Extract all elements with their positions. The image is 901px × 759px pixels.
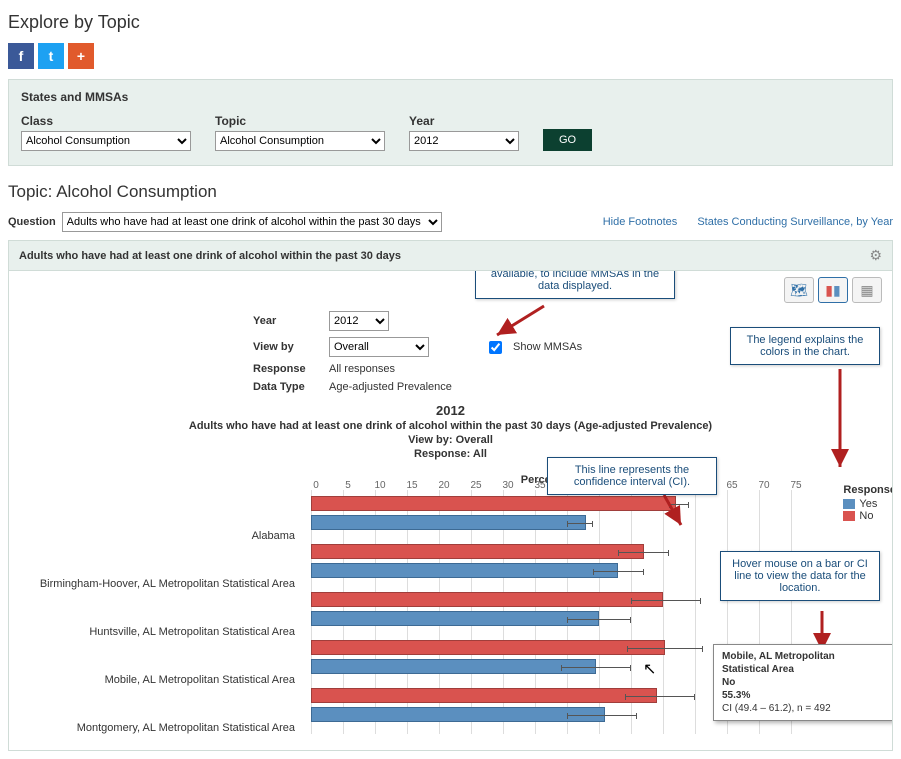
ci-no[interactable]	[618, 552, 669, 553]
legend-swatch-yes	[843, 499, 855, 509]
chart-view-button[interactable]: ▮▮	[818, 277, 848, 303]
bar-yes[interactable]	[311, 515, 586, 530]
topic-label: Topic	[215, 114, 385, 128]
tooltip-location: Mobile, AL Metropolitan Statistical Area	[722, 650, 884, 676]
hide-footnotes-link[interactable]: Hide Footnotes	[603, 216, 678, 228]
ci-no[interactable]	[669, 504, 688, 505]
chart-header: 2012 Adults who have had at least one dr…	[23, 403, 878, 460]
show-mmsa-checkbox[interactable]	[489, 341, 502, 354]
bar-group	[311, 586, 791, 634]
topic-heading: Topic: Alcohol Consumption	[8, 182, 893, 202]
gear-icon[interactable]: ⚙	[869, 247, 882, 264]
bar-no[interactable]	[311, 640, 665, 655]
bar-yes[interactable]	[311, 611, 599, 626]
legend: Response Yes No	[843, 484, 893, 522]
ctrl-datatype-value: Age-adjusted Prevalence	[329, 381, 452, 393]
callout-hover: Hover mouse on a bar or CI line to view …	[720, 551, 880, 601]
ci-yes[interactable]	[567, 619, 631, 620]
bar-yes[interactable]	[311, 707, 605, 722]
bar-tooltip: Mobile, AL Metropolitan Statistical Area…	[713, 644, 893, 721]
map-view-button[interactable]: 🗺	[784, 277, 814, 303]
year-label: Year	[409, 114, 519, 128]
callout-legend: The legend explains the colors in the ch…	[730, 327, 880, 365]
page-title: Explore by Topic	[8, 12, 893, 33]
bar-no[interactable]	[311, 592, 663, 607]
legend-label-yes: Yes	[859, 498, 877, 510]
question-label: Question	[8, 216, 56, 228]
ctrl-year-select[interactable]: 2012	[329, 311, 389, 331]
chart-response: Response: All	[23, 448, 878, 460]
legend-title: Response	[843, 484, 893, 496]
bar-yes[interactable]	[311, 563, 618, 578]
ctrl-viewby-select[interactable]: Overall	[329, 337, 429, 357]
question-row: Question Adults who have had at least on…	[8, 212, 893, 232]
callout-mmsa: Select this check box, when available, t…	[475, 271, 675, 299]
twitter-share-button[interactable]: t	[38, 43, 64, 69]
share-buttons: f t +	[8, 43, 893, 69]
ci-yes[interactable]	[567, 715, 637, 716]
chart-viewby: View by: Overall	[23, 434, 878, 446]
ci-no[interactable]	[631, 600, 701, 601]
table-view-button[interactable]: ▦	[852, 277, 882, 303]
view-toggle-group: 🗺 ▮▮ ▦	[784, 277, 882, 303]
ci-yes[interactable]	[567, 523, 593, 524]
addthis-share-button[interactable]: +	[68, 43, 94, 69]
legend-label-no: No	[859, 510, 873, 522]
cursor-icon: ↖	[643, 659, 656, 679]
show-mmsa-label: Show MMSAs	[513, 341, 582, 353]
bar-no[interactable]	[311, 544, 644, 559]
callout-ci: This line represents the confidence inte…	[547, 457, 717, 495]
ci-no[interactable]	[627, 648, 703, 649]
go-button[interactable]: GO	[543, 129, 592, 151]
category-label: Mobile, AL Metropolitan Statistical Area	[23, 656, 303, 704]
topic-select[interactable]: Alcohol Consumption	[215, 131, 385, 151]
legend-swatch-no	[843, 511, 855, 521]
ctrl-viewby-label: View by	[253, 341, 321, 353]
bar-no[interactable]	[311, 688, 657, 703]
content-panel: 🗺 ▮▮ ▦ Select this check box, when avail…	[8, 271, 893, 751]
table-icon: ▦	[860, 282, 873, 299]
ctrl-response-label: Response	[253, 363, 321, 375]
ctrl-datatype-label: Data Type	[253, 381, 321, 393]
ci-yes[interactable]	[593, 571, 644, 572]
bar-chart-icon: ▮▮	[825, 282, 840, 299]
facebook-share-button[interactable]: f	[8, 43, 34, 69]
section-title: Adults who have had at least one drink o…	[19, 250, 401, 262]
question-select[interactable]: Adults who have had at least one drink o…	[62, 212, 442, 232]
ctrl-response-value: All responses	[329, 363, 395, 375]
tooltip-detail: CI (49.4 – 61.2), n = 492	[722, 702, 884, 715]
bar-group	[311, 490, 791, 538]
class-label: Class	[21, 114, 191, 128]
chart-area: AlabamaBirmingham-Hoover, AL Metropolita…	[23, 474, 878, 734]
chart-subtitle: Adults who have had at least one drink o…	[23, 420, 878, 432]
ci-yes[interactable]	[561, 667, 631, 668]
section-bar: Adults who have had at least one drink o…	[8, 240, 893, 271]
tooltip-response: No	[722, 676, 884, 689]
tooltip-value: 55.3%	[722, 689, 884, 702]
category-label: Montgomery, AL Metropolitan Statistical …	[23, 704, 303, 751]
ctrl-year-label: Year	[253, 315, 321, 327]
filter-panel: States and MMSAs Class Alcohol Consumpti…	[8, 79, 893, 166]
surveillance-link[interactable]: States Conducting Surveillance, by Year	[697, 216, 893, 228]
chart-year: 2012	[23, 403, 878, 418]
category-label: Huntsville, AL Metropolitan Statistical …	[23, 608, 303, 656]
class-select[interactable]: Alcohol Consumption	[21, 131, 191, 151]
ci-no[interactable]	[625, 696, 695, 697]
bar-group	[311, 538, 791, 586]
category-label: Birmingham-Hoover, AL Metropolitan Stati…	[23, 560, 303, 608]
bar-no[interactable]	[311, 496, 676, 511]
map-icon: 🗺	[790, 282, 808, 299]
year-select[interactable]: 2012	[409, 131, 519, 151]
category-label: Alabama	[23, 512, 303, 560]
filter-panel-title: States and MMSAs	[21, 90, 880, 104]
bar-yes[interactable]	[311, 659, 596, 674]
